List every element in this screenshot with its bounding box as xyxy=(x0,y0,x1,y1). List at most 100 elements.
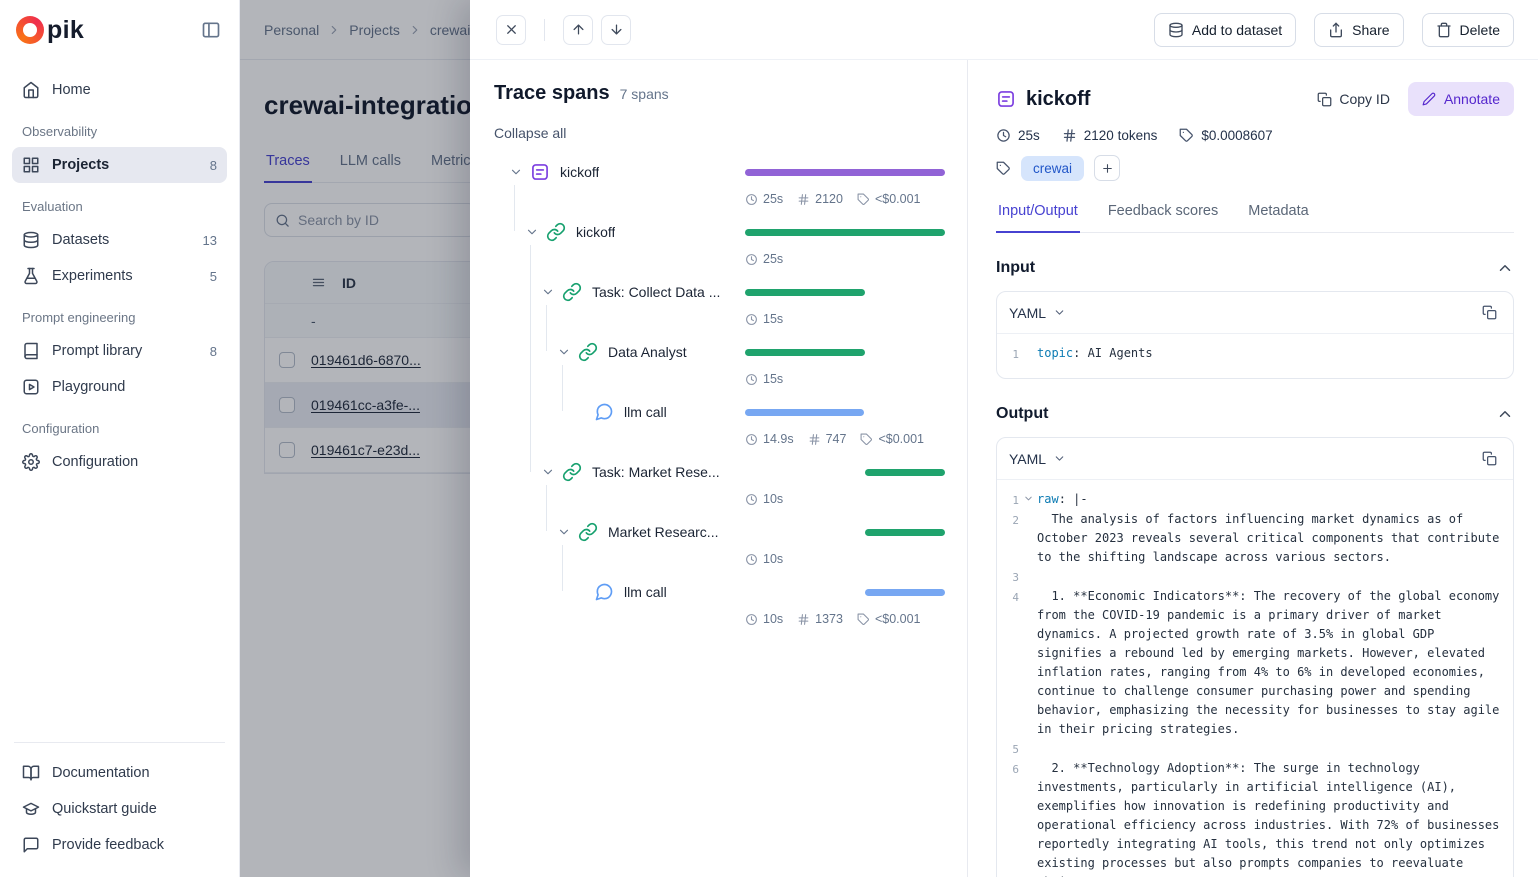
clock-icon xyxy=(745,493,758,506)
hash-icon xyxy=(1062,128,1077,143)
input-format-select[interactable]: YAML xyxy=(1009,305,1066,321)
line-number: 6 xyxy=(1003,759,1019,779)
sidebar-item-home[interactable]: Home xyxy=(12,72,227,108)
sidebar-item-experiments[interactable]: Experiments 5 xyxy=(12,258,227,294)
collapse-all-button[interactable]: Collapse all xyxy=(494,125,566,141)
fold-chevron-icon[interactable] xyxy=(1019,490,1037,504)
sidebar-item-playground[interactable]: Playground xyxy=(12,369,227,405)
code-line: The analysis of factors influencing mark… xyxy=(1037,510,1503,567)
span-row-market-researcher[interactable]: Market Researc... 10s xyxy=(494,517,943,577)
span-duration-bar xyxy=(865,529,945,536)
span-label: kickoff xyxy=(576,224,615,240)
span-label: llm call xyxy=(624,404,667,420)
line-number: 5 xyxy=(1003,739,1019,759)
sidebar-footer: Documentation Quickstart guide Provide f… xyxy=(0,732,239,877)
arrow-up-icon xyxy=(571,22,586,37)
code-line: raw: |- xyxy=(1037,490,1503,509)
output-format-select[interactable]: YAML xyxy=(1009,451,1066,467)
chevron-up-icon[interactable] xyxy=(1496,259,1514,277)
trace-duration: 25s xyxy=(1018,128,1040,143)
line-number: 1 xyxy=(1003,490,1019,510)
section-header-prompt-engineering: Prompt engineering xyxy=(22,310,217,325)
span-duration: 15s xyxy=(763,312,783,326)
span-duration-bar xyxy=(745,349,865,356)
link-icon xyxy=(578,522,598,542)
span-label: kickoff xyxy=(560,164,599,180)
share-label: Share xyxy=(1352,22,1389,38)
copy-input-button[interactable] xyxy=(1475,299,1503,327)
chevron-down-icon[interactable] xyxy=(552,520,576,544)
opik-logo: pik xyxy=(16,16,84,45)
span-count: 7 spans xyxy=(620,86,669,102)
clock-icon xyxy=(745,193,758,206)
tag-icon xyxy=(857,193,870,206)
collapse-sidebar-icon[interactable] xyxy=(201,20,221,40)
sidebar-item-documentation[interactable]: Documentation xyxy=(12,755,227,791)
span-duration: 15s xyxy=(763,372,783,386)
section-header-observability: Observability xyxy=(22,124,217,139)
span-row-kickoff[interactable]: kickoff 25s xyxy=(494,217,943,277)
span-cost: <$0.001 xyxy=(875,192,921,206)
delete-button[interactable]: Delete xyxy=(1422,13,1514,47)
span-row-data-analyst[interactable]: Data Analyst 15s xyxy=(494,337,943,397)
sidebar-item-provide-feedback[interactable]: Provide feedback xyxy=(12,827,227,863)
tab-input-output[interactable]: Input/Output xyxy=(996,203,1080,233)
code-line: 1. **Economic Indicators**: The recovery… xyxy=(1037,587,1503,739)
add-to-dataset-button[interactable]: Add to dataset xyxy=(1154,13,1296,47)
tag-icon xyxy=(860,433,873,446)
sidebar-nav: Home Observability Projects 8 Evaluation… xyxy=(0,60,239,732)
detail-tabs: Input/Output Feedback scores Metadata xyxy=(996,203,1514,233)
sidebar-item-label: Playground xyxy=(52,379,217,395)
link-icon xyxy=(562,282,582,302)
span-row-llm-call-2[interactable]: llm call 10s 1373 <$0.001 xyxy=(494,577,943,637)
experiments-count-badge: 5 xyxy=(210,269,217,284)
sidebar-item-prompt-library[interactable]: Prompt library 8 xyxy=(12,333,227,369)
clock-icon xyxy=(745,373,758,386)
span-row-kickoff-trace[interactable]: kickoff 25s 2120 <$0.001 xyxy=(494,157,943,217)
format-label: YAML xyxy=(1009,305,1046,321)
tag-icon xyxy=(857,613,870,626)
chevron-down-icon[interactable] xyxy=(552,340,576,364)
hash-icon xyxy=(808,433,821,446)
copy-icon xyxy=(1482,451,1497,466)
span-tokens: 1373 xyxy=(815,612,843,626)
input-section-title: Input xyxy=(996,259,1035,277)
add-tag-button[interactable] xyxy=(1094,155,1120,181)
code-line: topic: AI Agents xyxy=(1037,344,1503,363)
chevron-down-icon[interactable] xyxy=(536,460,560,484)
tab-feedback-scores[interactable]: Feedback scores xyxy=(1106,203,1220,232)
copy-id-button[interactable]: Copy ID xyxy=(1311,85,1396,113)
sidebar-item-projects[interactable]: Projects 8 xyxy=(12,147,227,183)
chevron-up-icon[interactable] xyxy=(1496,405,1514,423)
previous-trace-button[interactable] xyxy=(563,15,593,45)
span-duration: 10s xyxy=(763,612,783,626)
next-trace-button[interactable] xyxy=(601,15,631,45)
span-row-task-market-research[interactable]: Task: Market Rese... 10s xyxy=(494,457,943,517)
opik-logo-text: pik xyxy=(47,16,84,45)
close-button[interactable] xyxy=(496,15,526,45)
copy-output-button[interactable] xyxy=(1475,445,1503,473)
share-button[interactable]: Share xyxy=(1314,13,1403,47)
tag-crewai[interactable]: crewai xyxy=(1021,156,1084,181)
add-to-dataset-label: Add to dataset xyxy=(1192,22,1282,38)
chevron-down-icon[interactable] xyxy=(520,220,544,244)
span-row-llm-call-1[interactable]: llm call 14.9s 747 <$0.001 xyxy=(494,397,943,457)
tab-metadata[interactable]: Metadata xyxy=(1246,203,1310,232)
link-icon xyxy=(546,222,566,242)
sidebar-item-configuration[interactable]: Configuration xyxy=(12,444,227,480)
span-duration: 25s xyxy=(763,252,783,266)
sidebar-item-datasets[interactable]: Datasets 13 xyxy=(12,222,227,258)
sidebar-item-quickstart-guide[interactable]: Quickstart guide xyxy=(12,791,227,827)
projects-icon xyxy=(22,156,40,174)
clock-icon xyxy=(745,313,758,326)
share-icon xyxy=(1328,22,1344,38)
chevron-down-icon[interactable] xyxy=(504,160,528,184)
span-duration-bar xyxy=(745,169,945,176)
span-row-task-collect-data[interactable]: Task: Collect Data ... 15s xyxy=(494,277,943,337)
annotate-button[interactable]: Annotate xyxy=(1408,82,1514,116)
format-label: YAML xyxy=(1009,451,1046,467)
drawer-toolbar: Add to dataset Share Delete xyxy=(470,0,1538,60)
database-icon xyxy=(22,231,40,249)
span-label: Market Researc... xyxy=(608,524,718,540)
chevron-down-icon[interactable] xyxy=(536,280,560,304)
